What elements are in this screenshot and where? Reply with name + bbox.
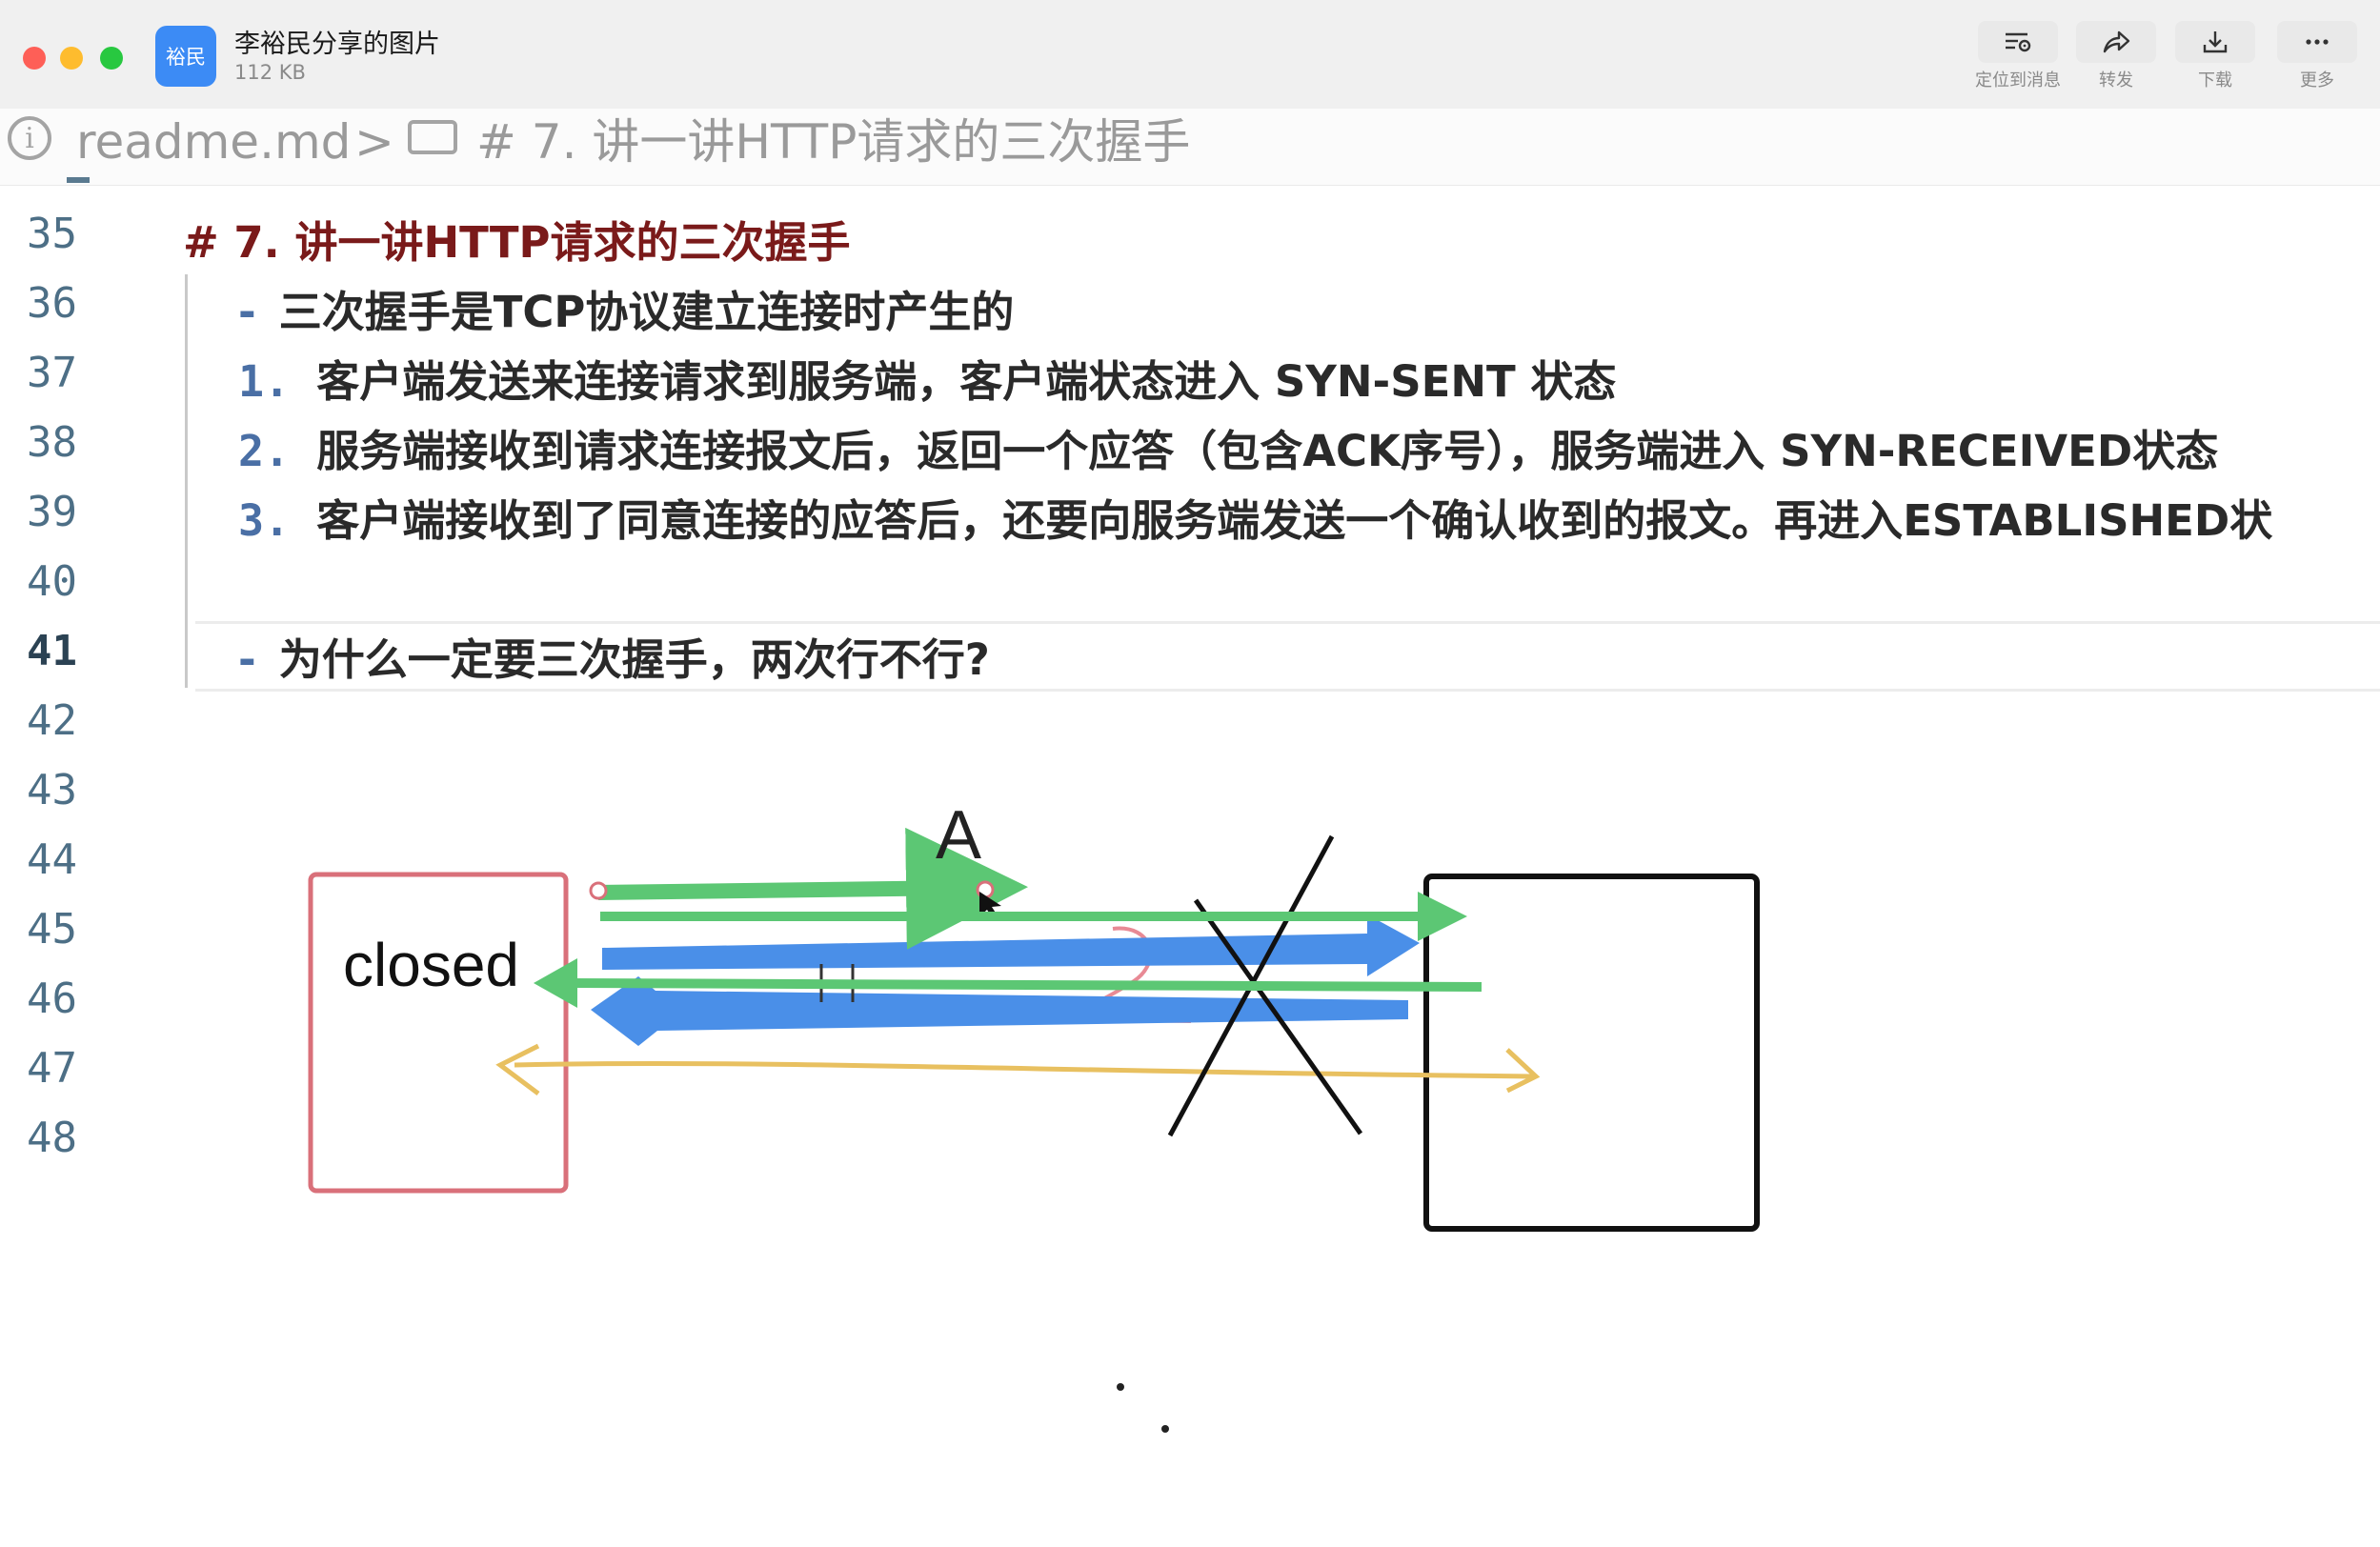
- green-arrow-short: [597, 827, 1028, 950]
- blue-arrow-right: [602, 914, 1420, 976]
- arrow-origin-dot: [589, 881, 608, 900]
- green-arrowhead-right: [1418, 892, 1467, 941]
- yellow-arrow: [514, 1060, 1535, 1079]
- client-state-label: closed: [343, 931, 519, 999]
- yellow-arrowhead-left: [495, 1043, 540, 1095]
- green-arrow-left: [571, 978, 1482, 992]
- client-box: [308, 872, 569, 1194]
- yellow-arrowhead-right: [1505, 1048, 1541, 1094]
- server-box: [1423, 874, 1760, 1232]
- green-arrowhead-left: [534, 958, 577, 1008]
- arrow-label: A: [936, 797, 982, 874]
- stray-dot: [1161, 1425, 1169, 1433]
- handshake-diagram: [308, 827, 1760, 1433]
- stray-dot: [1117, 1383, 1124, 1391]
